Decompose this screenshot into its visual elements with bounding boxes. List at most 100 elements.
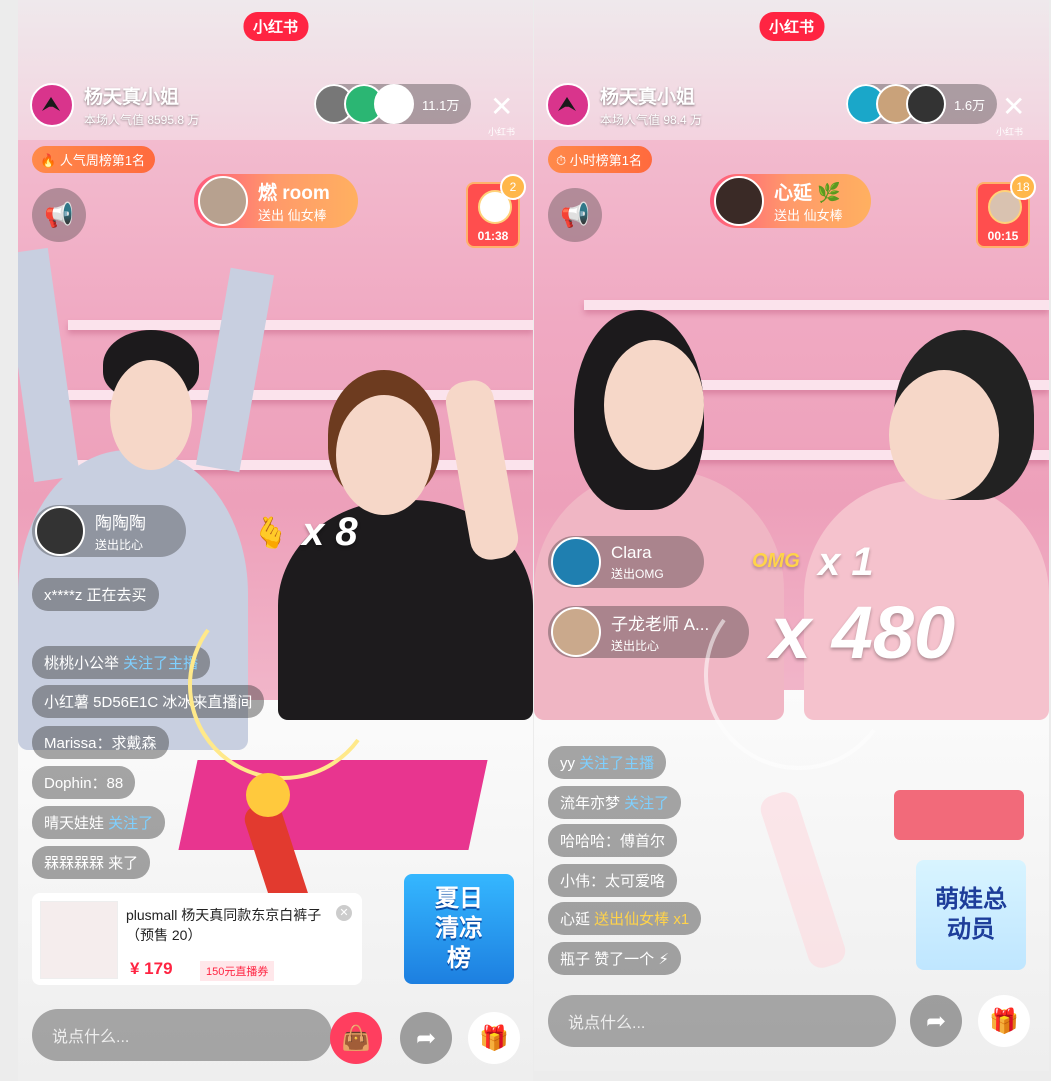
entry-sub: 送出比心 — [95, 538, 144, 552]
comment-user: 瓶子 — [560, 951, 595, 968]
entry-name: Clara — [611, 542, 652, 562]
comment: 瓶子 赞了一个 ⚡ — [548, 942, 681, 975]
comment-input[interactable]: 说点什么... — [32, 1009, 332, 1061]
red-packet-badge: 2 — [500, 174, 526, 200]
red-packet[interactable]: 18 00:15 — [976, 174, 1036, 248]
comment: yy 关注了主播 — [548, 746, 667, 779]
host-info[interactable]: 杨天真小姐 本场人气值 98.4 万 — [546, 82, 702, 128]
megaphone-icon[interactable]: 📢 — [548, 188, 602, 242]
gift-sender-name: 燃 room — [258, 183, 330, 204]
close-icon[interactable]: ✕ — [490, 90, 513, 123]
comment-text: 关注了 — [620, 795, 670, 812]
rank-label: 小时榜第1名 — [569, 153, 642, 168]
red-packet-badge: 18 — [1010, 174, 1036, 200]
gift-icon[interactable]: 🎁 — [468, 1012, 520, 1064]
host-name: 杨天真小姐 — [84, 87, 180, 108]
viewer-avatar[interactable] — [374, 84, 414, 124]
close-icon[interactable]: ✕ — [1002, 90, 1025, 123]
viewer-list[interactable]: 11.1万 — [314, 84, 472, 124]
comment: 流年亦梦 关注了 — [548, 786, 682, 819]
shopping-bag-icon[interactable]: 👜 — [330, 1012, 382, 1064]
input-placeholder: 说点什么... — [568, 1015, 646, 1032]
red-packet[interactable]: 2 01:38 — [466, 174, 526, 248]
entry-avatar — [35, 506, 85, 556]
host-avatar[interactable] — [546, 83, 590, 127]
promo-label: 夏日清凉榜 — [435, 885, 483, 972]
product-coupon: 150元直播券 — [200, 961, 275, 981]
face — [336, 395, 432, 515]
close-caption: 小红书 — [488, 127, 516, 137]
share-icon[interactable]: ➦ — [400, 1012, 452, 1064]
gift-sender-name: 心延 🌿 — [774, 178, 843, 205]
entry-avatar — [551, 607, 601, 657]
viewer-avatar[interactable] — [906, 84, 946, 124]
face — [110, 360, 192, 470]
comment: 晴天娃娃 关注了 — [32, 806, 166, 839]
host-avatar[interactable] — [30, 83, 74, 127]
app-logo: 小红书 — [242, 12, 309, 41]
comment: 哈哈哈：傅首尔 — [548, 824, 678, 857]
comment-user: Dophin — [44, 775, 92, 792]
megaphone-icon[interactable]: 📢 — [32, 188, 86, 242]
comment-text: 槑槑槑槑 来了 — [44, 855, 139, 872]
gift-description: 送出 仙女棒 — [258, 208, 327, 223]
red-packet-timer: 00:15 — [987, 229, 1019, 243]
comment-text: 送出仙女棒 x1 — [590, 911, 690, 928]
product-thumbnail[interactable] — [40, 901, 118, 979]
comment-text: 赞了一个 — [594, 951, 655, 968]
rank-label: 人气周榜第1名 — [59, 153, 146, 168]
comment-user: 心延 — [560, 911, 591, 928]
promo-banner[interactable]: 夏日清凉榜 — [404, 874, 514, 984]
comment: 槑槑槑槑 来了 — [32, 846, 151, 879]
viewer-count: 11.1万 — [422, 97, 460, 113]
comment-user: 哈哈哈： — [560, 833, 621, 850]
host-popularity: 本场人气值 8595.8 万 — [84, 113, 200, 127]
red-packet-timer: 01:38 — [477, 229, 509, 243]
comment-user: 流年亦梦 — [560, 795, 621, 812]
gift-banner: 燃 room 送出 仙女棒 — [194, 174, 358, 228]
viewer-count: 1.6万 — [954, 97, 986, 113]
comment-user: 小红薯 5D56E1C — [44, 694, 159, 711]
product-card[interactable]: plusmall 杨天真同款东京白裤子（预售 20） ¥ 179 150元直播券… — [32, 893, 362, 985]
promo-banner[interactable]: 萌娃总动员 — [916, 860, 1026, 970]
shelf — [584, 300, 1049, 310]
gift-icon[interactable]: 🎁 — [978, 995, 1030, 1047]
host-info[interactable]: 杨天真小姐 本场人气值 8595.8 万 — [30, 82, 199, 128]
gift-sender-label: 心延 — [774, 183, 813, 204]
sender-avatar — [198, 176, 248, 226]
gift-entry: 陶陶陶 送出比心 — [32, 505, 186, 557]
host-name: 杨天真小姐 — [600, 87, 696, 108]
viewer-list[interactable]: 1.6万 — [846, 84, 998, 124]
comment-user: Marissa： — [44, 735, 112, 752]
comment-text: 求戴森 — [111, 735, 157, 752]
live-stream-left: 小红书 杨天真小姐 本场人气值 8595.8 万 11.1万 ✕ 小红书 🔥 人… — [18, 0, 533, 1081]
gift-banner: 心延 🌿 送出 仙女棒 — [710, 174, 871, 228]
comment-text: 正在去买 — [82, 587, 147, 604]
product-title: plusmall 杨天真同款东京白裤子（预售 20） — [126, 907, 322, 943]
fire-icon: 🔥 — [40, 153, 57, 168]
comment: 心延 送出仙女棒 x1 — [548, 902, 702, 935]
promo-label: 萌娃总动员 — [935, 886, 1007, 943]
shelf — [68, 320, 533, 330]
lightning-icon: ⚡ — [658, 951, 669, 968]
gift-combo: x 8 — [302, 510, 358, 554]
sender-avatar — [714, 176, 764, 226]
gift-combo-small: x 1 — [818, 540, 874, 584]
host-popularity: 本场人气值 98.4 万 — [600, 113, 703, 127]
comment-text: 太可爱咯 — [605, 873, 666, 890]
rank-badge[interactable]: 🔥 人气周榜第1名 — [32, 146, 156, 173]
share-icon[interactable]: ➦ — [910, 995, 962, 1047]
heart-hand-icon: 🫰 — [252, 517, 290, 550]
comment-user: yy — [560, 755, 575, 772]
close-icon[interactable]: ✕ — [336, 905, 352, 921]
product-price: ¥ 179 — [130, 959, 173, 978]
omg-label: OMG — [752, 550, 800, 572]
input-placeholder: 说点什么... — [52, 1029, 130, 1046]
entry-name: 陶陶陶 — [95, 514, 146, 533]
comment-text: 傅首尔 — [620, 833, 666, 850]
entry-avatar — [551, 537, 601, 587]
comment-input[interactable]: 说点什么... — [548, 995, 896, 1047]
fairy-wand-gift — [704, 618, 876, 968]
comment-text: 关注了 — [104, 815, 154, 832]
rank-badge[interactable]: ⏱ 小时榜第1名 — [548, 146, 652, 173]
